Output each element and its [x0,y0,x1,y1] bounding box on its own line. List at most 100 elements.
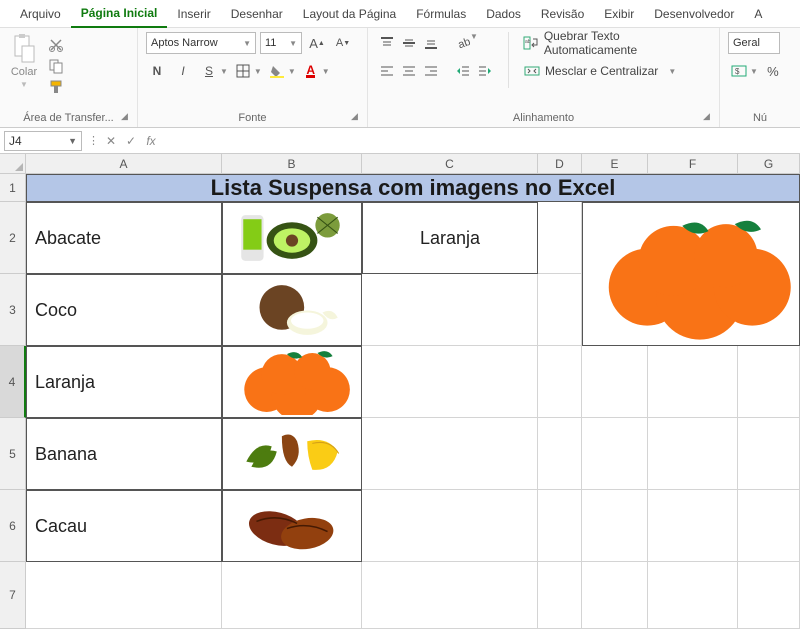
column-header[interactable]: D [538,154,582,174]
bold-button[interactable]: N [146,60,168,82]
fruit-image-cell[interactable] [222,274,362,346]
row-header[interactable]: 3 [0,274,26,346]
chevron-down-icon[interactable]: ▼ [470,32,478,54]
cell[interactable] [582,346,648,418]
column-header[interactable]: C [362,154,538,174]
wrap-text-button[interactable]: ab Quebrar Texto Automaticamente [521,32,711,54]
cell[interactable] [648,562,738,629]
copy-button[interactable] [46,57,66,75]
decrease-indent-button[interactable] [452,60,474,82]
align-right-button[interactable] [420,60,442,82]
cell[interactable] [538,490,582,562]
column-header[interactable]: E [582,154,648,174]
accounting-format-button[interactable]: $ [728,60,750,82]
fruit-name-cell[interactable]: Cacau [26,490,222,562]
cell[interactable] [738,346,800,418]
merge-center-button[interactable]: Mesclar e Centralizar ▼ [521,60,711,82]
align-left-button[interactable] [376,60,398,82]
select-all-button[interactable] [0,154,26,174]
cell[interactable] [582,562,648,629]
increase-font-button[interactable]: A▲ [306,32,328,54]
cell[interactable] [538,418,582,490]
chevron-down-icon[interactable]: ▼ [220,67,228,76]
formula-input[interactable] [161,131,800,151]
cell[interactable] [582,490,648,562]
cell[interactable] [738,490,800,562]
tab-insert[interactable]: Inserir [167,1,220,27]
cell[interactable] [538,562,582,629]
tab-developer[interactable]: Desenvolvedor [644,1,744,27]
cell[interactable] [538,346,582,418]
insert-function-button[interactable]: fx [141,131,161,151]
tab-data[interactable]: Dados [476,1,531,27]
font-name-select[interactable]: Aptos Narrow ▼ [146,32,256,54]
cell[interactable] [362,418,538,490]
column-header[interactable]: G [738,154,800,174]
fruit-name-cell[interactable]: Banana [26,418,222,490]
cell[interactable] [738,418,800,490]
chevron-down-icon[interactable]: ▼ [322,67,330,76]
cell[interactable] [362,274,538,346]
align-middle-button[interactable] [398,32,420,54]
increase-indent-button[interactable] [474,60,496,82]
decrease-font-button[interactable]: A▼ [332,32,354,54]
chevron-down-icon[interactable]: ▼ [750,67,758,76]
cell[interactable] [582,418,648,490]
font-size-select[interactable]: 11 ▼ [260,32,302,54]
fruit-name-cell[interactable]: Abacate [26,202,222,274]
number-format-select[interactable]: Geral [728,32,780,54]
cell[interactable] [738,562,800,629]
column-header[interactable]: A [26,154,222,174]
column-header[interactable]: F [648,154,738,174]
font-color-button[interactable]: A [300,60,322,82]
title-cell[interactable]: Lista Suspensa com imagens no Excel [26,174,800,202]
tab-view[interactable]: Exibir [594,1,644,27]
fruit-image-cell[interactable] [222,490,362,562]
fruit-image-cell[interactable] [222,202,362,274]
fruit-name-cell[interactable]: Laranja [26,346,222,418]
tab-formulas[interactable]: Fórmulas [406,1,476,27]
tab-more[interactable]: A [744,1,772,27]
row-header[interactable]: 2 [0,202,26,274]
cut-button[interactable] [46,36,66,54]
row-header[interactable]: 1 [0,174,26,202]
dropdown-cell[interactable]: Laranja [362,202,538,274]
cell[interactable] [648,490,738,562]
cell[interactable] [222,562,362,629]
tab-review[interactable]: Revisão [531,1,594,27]
row-header[interactable]: 5 [0,418,26,490]
cell[interactable] [362,490,538,562]
align-top-button[interactable] [376,32,398,54]
cell[interactable] [648,346,738,418]
italic-button[interactable]: I [172,60,194,82]
cell[interactable] [538,274,582,346]
fruit-name-cell[interactable]: Coco [26,274,222,346]
cell[interactable] [26,562,222,629]
cell[interactable] [648,418,738,490]
format-painter-button[interactable] [46,78,66,96]
dialog-launcher-icon[interactable]: ◢ [121,111,133,123]
row-header[interactable]: 4 [0,346,26,418]
row-header[interactable]: 6 [0,490,26,562]
borders-button[interactable] [232,60,254,82]
cell[interactable] [362,562,538,629]
fruit-image-cell[interactable] [222,346,362,418]
name-box[interactable]: J4 ▼ [4,131,82,151]
underline-button[interactable]: S [198,60,220,82]
cell[interactable] [362,346,538,418]
fill-color-button[interactable] [266,60,288,82]
enter-formula-button[interactable]: ✓ [121,131,141,151]
tab-page-layout[interactable]: Layout da Página [293,1,406,27]
cell[interactable] [538,202,582,274]
dialog-launcher-icon[interactable]: ◢ [703,111,715,123]
align-center-button[interactable] [398,60,420,82]
column-header[interactable]: B [222,154,362,174]
chevron-down-icon[interactable]: ▼ [254,67,262,76]
tab-file[interactable]: Arquivo [10,1,71,27]
row-header[interactable]: 7 [0,562,26,629]
align-bottom-button[interactable] [420,32,442,54]
chevron-down-icon[interactable]: ▼ [288,67,296,76]
tab-draw[interactable]: Desenhar [221,1,293,27]
dialog-launcher-icon[interactable]: ◢ [351,111,363,123]
fruit-image-cell[interactable] [222,418,362,490]
